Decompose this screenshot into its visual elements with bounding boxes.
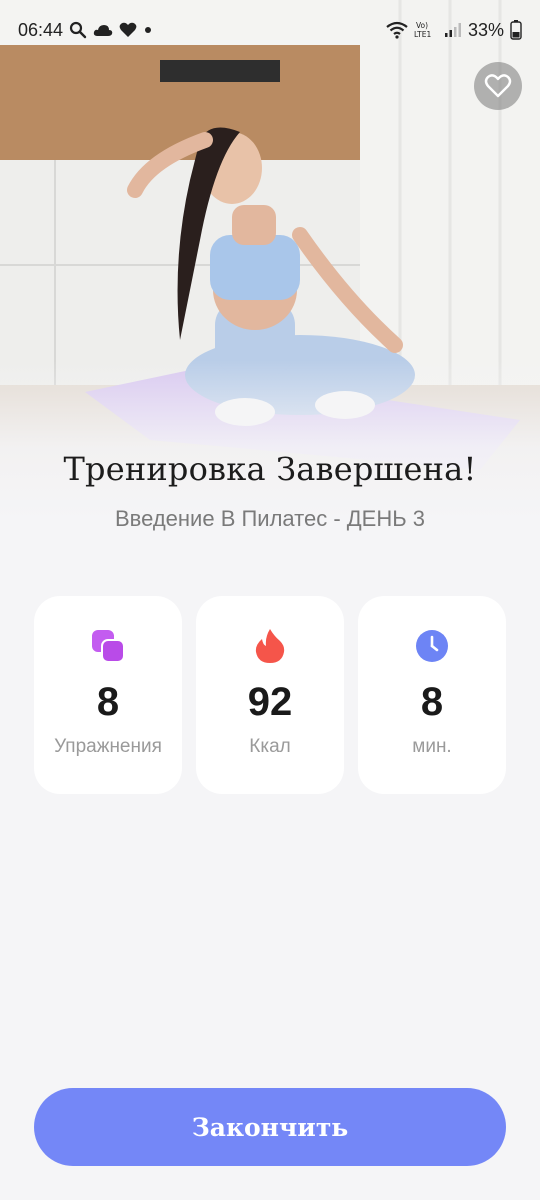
- hero-image: [0, 0, 540, 520]
- status-left: 06:44: [18, 20, 153, 41]
- battery-icon: [510, 20, 522, 40]
- stat-label: Упражнения: [54, 736, 162, 757]
- status-right: Vo) LTE1 33%: [386, 20, 522, 41]
- stat-value: 8: [420, 680, 444, 724]
- svg-text:LTE1: LTE1: [414, 30, 431, 39]
- stats-row: 8 Упражнения 92 Ккал 8 мин.: [34, 596, 506, 794]
- favorite-button[interactable]: [474, 62, 522, 110]
- signal-icon: [444, 22, 462, 38]
- dot-icon: [143, 25, 153, 35]
- flame-icon: [254, 628, 286, 664]
- battery-percent: 33%: [467, 19, 504, 40]
- stat-label: Ккал: [249, 736, 291, 757]
- wifi-icon: [386, 21, 408, 39]
- stat-value: 92: [247, 680, 293, 724]
- stat-value: 8: [96, 680, 120, 724]
- clock-icon: [415, 628, 449, 664]
- stat-card-minutes: 8 мин.: [358, 596, 506, 794]
- status-bar: 06:44 Vo) LTE1 33%: [0, 0, 540, 60]
- stat-card-exercises: 8 Упражнения: [34, 596, 182, 794]
- finish-button[interactable]: Закончить: [34, 1088, 506, 1166]
- svg-text:Vo): Vo): [416, 21, 428, 30]
- workout-subtitle: Введение В Пилатес - ДЕНЬ 3: [114, 506, 426, 531]
- stat-card-calories: 92 Ккал: [196, 596, 344, 794]
- search-icon: [69, 21, 87, 39]
- heart-outline-icon: [484, 73, 512, 99]
- heart-status-icon: [119, 22, 137, 38]
- stat-label: мин.: [412, 736, 452, 757]
- exercises-icon: [90, 628, 126, 664]
- lte-icon: Vo) LTE1: [414, 20, 438, 40]
- status-time: 06:44: [18, 19, 64, 40]
- page-title: Тренировка Завершена!: [63, 450, 477, 488]
- cloud-icon: [93, 23, 113, 37]
- hero-fade: [0, 360, 540, 520]
